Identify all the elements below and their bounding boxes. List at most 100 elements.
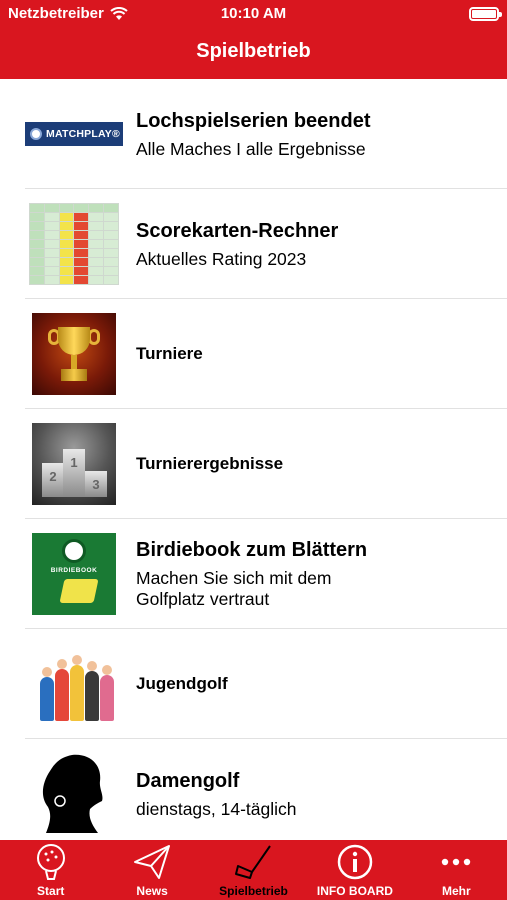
page-title: Spielbetrieb	[196, 40, 311, 62]
scorecard-cell	[104, 240, 118, 248]
club-logo-icon	[62, 539, 86, 563]
status-time: 10:10 AM	[220, 5, 287, 22]
matchplay-logo: MATCHPLAY®	[25, 93, 123, 175]
tab-mehr[interactable]: Mehr	[406, 840, 507, 900]
scorecard-cell	[74, 276, 89, 284]
tab-news[interactable]: News	[101, 840, 202, 900]
scorecard-cell	[74, 222, 89, 230]
trophy-thumbnail	[25, 313, 123, 395]
scorecard-thumbnail	[25, 203, 123, 285]
tab-label: INFO BOARD	[316, 884, 393, 898]
scorecard-cell	[44, 204, 59, 212]
scorecard-cell	[59, 258, 74, 266]
scorecard-cell	[44, 267, 59, 275]
scorecard-cell	[44, 213, 59, 221]
tab-bar: Start News Spielbetrieb INFO BOARD Mehr	[0, 840, 507, 900]
item-title: Turniere	[136, 344, 203, 363]
scorecard-cell	[30, 240, 44, 248]
scorecard-cell	[30, 267, 44, 275]
scorecard-cell	[74, 267, 89, 275]
paper-plane-icon	[134, 845, 171, 879]
list-item-turnierergebnisse[interactable]: 2 1 3 Turnierergebnisse	[0, 409, 507, 519]
item-title: Birdiebook zum Blättern	[136, 539, 368, 561]
tab-label: Start	[37, 884, 65, 898]
item-title: Scorekarten-Rechner	[136, 219, 339, 242]
list-item-damengolf[interactable]: Damengolf dienstags, 14-täglich	[0, 739, 507, 840]
scorecard-cell	[89, 204, 104, 212]
scorecard-cell	[59, 240, 74, 248]
podium-icon: 2 1 3	[32, 423, 116, 505]
app-header: Netzbetreiber 10:10 AM Spielbetrieb	[0, 0, 507, 79]
item-title: Damengolf	[136, 769, 240, 792]
scorecard-cell	[44, 249, 59, 257]
item-title: Jugendgolf	[136, 674, 228, 693]
scorecard-cell	[89, 258, 104, 266]
scorecard-cell	[44, 222, 59, 230]
list-item-birdiebook[interactable]: BIRDIEBOOK Birdiebook zum Blättern Mache…	[0, 519, 507, 629]
scorecard-cell	[89, 267, 104, 275]
tab-spielbetrieb[interactable]: Spielbetrieb	[203, 840, 304, 900]
scorecard-cell	[44, 276, 59, 284]
list-item-scorekarten[interactable]: Scorekarten-Rechner Aktuelles Rating 202…	[0, 189, 507, 299]
tab-label: Spielbetrieb	[219, 884, 288, 898]
youth-group-thumbnail	[25, 643, 123, 725]
scorecard-cell	[89, 249, 104, 257]
info-icon	[337, 844, 373, 880]
item-subtitle-line2: Golfplatz vertraut	[136, 589, 270, 609]
tab-start[interactable]: Start	[0, 840, 101, 900]
list-item-jugendgolf[interactable]: Jugendgolf	[0, 629, 507, 739]
scorecard-cell	[74, 249, 89, 257]
scorecard-cell	[30, 204, 44, 212]
matchplay-logo-text: MATCHPLAY®	[46, 128, 120, 140]
scorecard-cell	[59, 231, 74, 239]
podium-thumbnail: 2 1 3	[25, 423, 123, 505]
scorecard-cell	[74, 231, 89, 239]
lady-silhouette-icon	[42, 754, 103, 833]
scorecard-cell	[30, 276, 44, 284]
scorecard-cell	[44, 231, 59, 239]
more-dots-icon	[442, 858, 471, 866]
item-subtitle: Aktuelles Rating 2023	[136, 248, 307, 269]
item-title: Lochspielserien beendet	[136, 109, 371, 132]
scorecard-cell	[74, 204, 89, 212]
scorecard-cell	[59, 222, 74, 230]
scorecard-cell	[59, 249, 74, 257]
lady-silhouette-thumbnail	[25, 753, 123, 835]
golf-ball-icon	[36, 844, 65, 880]
scorecard-cell	[44, 258, 59, 266]
item-subtitle: dienstags, 14-täglich	[136, 798, 297, 819]
golf-ball-icon	[30, 128, 42, 140]
birdiebook-thumbnail: BIRDIEBOOK	[25, 533, 123, 615]
golf-club-icon	[234, 845, 271, 879]
scorecard-cell	[59, 213, 74, 221]
scorecard-cell	[89, 240, 104, 248]
item-subtitle-line1: Machen Sie sich mit dem	[136, 568, 332, 588]
scorecard-cell	[104, 249, 118, 257]
podium-third: 3	[85, 471, 107, 497]
golf-course-icon	[59, 579, 99, 603]
battery-icon	[469, 7, 502, 21]
scorecard-cell	[104, 222, 118, 230]
scorecard-cell	[89, 222, 104, 230]
scorecard-cell	[30, 258, 44, 266]
scorecard-cell	[30, 213, 44, 221]
scorecard-cell	[59, 204, 74, 212]
list-item-turniere[interactable]: Turniere	[0, 299, 507, 409]
scorecard-cell	[89, 231, 104, 239]
scorecard-cell	[104, 258, 118, 266]
scorecard-cell	[104, 204, 118, 212]
scorecard-cell	[104, 213, 118, 221]
podium-first: 1	[63, 449, 85, 497]
list-item-lochspielserien[interactable]: MATCHPLAY® Lochspielserien beendet Alle …	[0, 79, 507, 189]
youth-group-icon	[32, 643, 116, 725]
scorecard-cell	[74, 240, 89, 248]
scorecard-cell	[30, 249, 44, 257]
scorecard-cell	[104, 231, 118, 239]
status-bar: Netzbetreiber 10:10 AM	[0, 0, 507, 28]
scorecard-cell	[74, 258, 89, 266]
tab-label: Mehr	[441, 884, 471, 898]
scorecard-cell	[104, 267, 118, 275]
tab-info-board[interactable]: INFO BOARD	[304, 840, 405, 900]
podium-second: 2	[42, 463, 64, 497]
scorecard-cell	[30, 222, 44, 230]
